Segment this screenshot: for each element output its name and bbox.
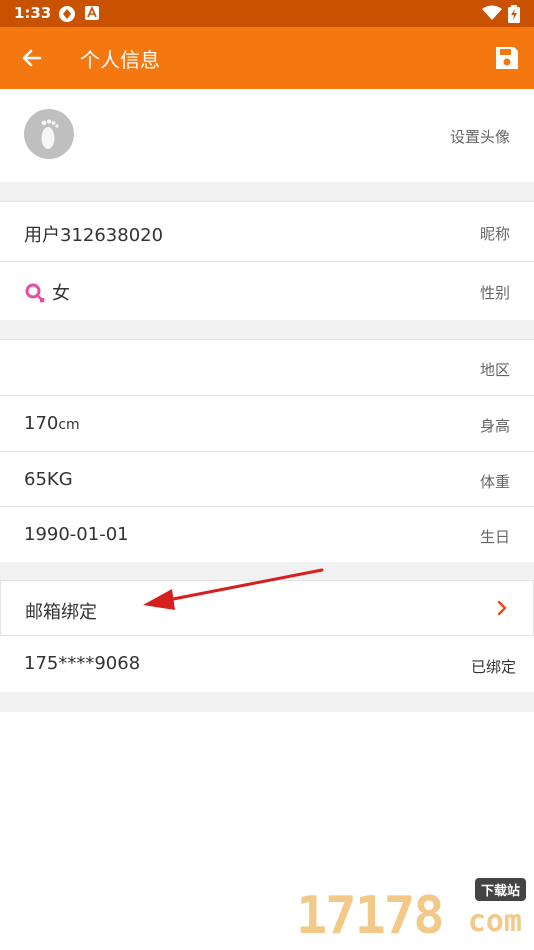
section-gap: [0, 182, 534, 201]
watermark-logo: 17178 下载站 com: [296, 874, 526, 946]
gender-value: 女: [52, 283, 70, 304]
watermark-number: 17178: [296, 886, 445, 946]
wifi-icon: [482, 5, 502, 20]
footprint-icon: [41, 119, 59, 149]
nickname-value: 用户312638020: [24, 225, 164, 246]
weight-label: 体重: [479, 473, 510, 491]
sync-icon: [59, 6, 75, 22]
battery-icon: [508, 5, 520, 23]
avatar[interactable]: [24, 109, 74, 159]
email-binding-row[interactable]: 邮箱绑定: [0, 580, 534, 636]
phone-row[interactable]: 175****9068 已绑定: [0, 636, 534, 692]
page-title: 个人信息: [80, 48, 160, 72]
weight-row[interactable]: 65KG 体重: [0, 451, 534, 506]
height-label: 身高: [479, 417, 510, 435]
gender-row[interactable]: 女 性别: [0, 261, 534, 320]
avatar-row[interactable]: 设置头像: [0, 89, 534, 182]
birthday-value: 1990-01-01: [24, 524, 129, 545]
watermark-domain: com: [467, 904, 522, 939]
set-avatar-label: 设置头像: [449, 128, 510, 146]
female-gender-icon: [25, 283, 45, 303]
phone-bound-status: 已绑定: [470, 658, 516, 676]
section-gap: [0, 692, 534, 712]
section-gap: [0, 320, 534, 339]
height-row[interactable]: 170cm 身高: [0, 395, 534, 451]
gender-value-wrap: 女: [24, 279, 70, 306]
height-value: 170: [24, 413, 59, 434]
birthday-label: 生日: [479, 528, 510, 546]
status-bar: 1:33: [0, 0, 534, 27]
chevron-right-icon: [497, 600, 507, 616]
phone-number: 175****9068: [24, 653, 141, 674]
status-time: 1:33: [14, 4, 52, 22]
nickname-row[interactable]: 用户312638020 昵称: [0, 201, 534, 261]
back-arrow-icon[interactable]: [18, 44, 46, 72]
watermark-tag: 下载站: [474, 878, 526, 901]
region-row[interactable]: 地区: [0, 339, 534, 395]
gender-label: 性别: [479, 284, 510, 302]
app-bar: 个人信息: [0, 27, 534, 89]
height-unit: cm: [58, 417, 80, 433]
section-gap: [0, 562, 534, 580]
nickname-label: 昵称: [479, 225, 510, 243]
save-icon[interactable]: [494, 45, 520, 71]
email-binding-label: 邮箱绑定: [25, 602, 97, 623]
weight-value: 65KG: [24, 469, 73, 490]
region-label: 地区: [479, 361, 510, 379]
birthday-row[interactable]: 1990-01-01 生日: [0, 506, 534, 562]
app-notification-icon: [85, 6, 99, 20]
height-value-wrap: 170cm: [24, 413, 80, 434]
